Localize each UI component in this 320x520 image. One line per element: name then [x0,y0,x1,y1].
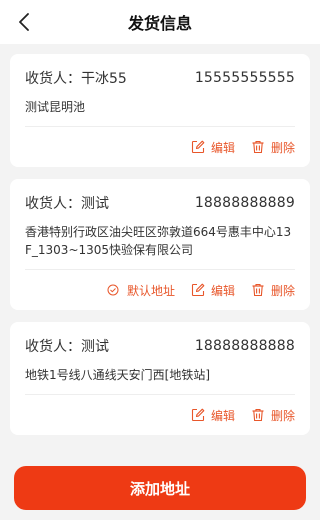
delete-button[interactable]: 删除 [251,282,295,299]
edit-icon [191,283,205,297]
delete-label: 删除 [270,408,295,423]
edit-label: 编辑 [210,140,235,155]
receiver-phone: 15555555555 [194,70,295,86]
address-text: 测试昆明池 [25,100,86,114]
edit-label: 编辑 [210,283,235,298]
delete-label: 删除 [270,140,295,155]
edit-button[interactable]: 编辑 [191,282,235,299]
delete-button[interactable]: 删除 [251,139,295,156]
delete-button[interactable]: 删除 [251,407,295,424]
set-default-label: 默认地址 [126,283,175,298]
receiver-label: 收货人： [25,196,81,212]
receiver-name: 测试 [81,196,109,212]
address-actions: 编辑 删除 [25,127,295,167]
address-card[interactable]: 收货人：干冰55 15555555555 测试昆明池 编辑 删除 [10,54,310,167]
edit-icon [191,408,205,422]
edit-button[interactable]: 编辑 [191,407,235,424]
address-actions: 默认地址 编辑 删除 [25,270,295,310]
address-actions: 编辑 删除 [25,395,295,435]
receiver-phone: 18888888888 [194,338,295,354]
receiver-line: 收货人：干冰55 [25,68,127,88]
trash-icon [252,140,264,154]
page-title: 发货信息 [127,14,192,33]
delete-label: 删除 [270,283,295,298]
receiver-name: 干冰55 [81,71,127,87]
edit-icon [191,140,205,154]
receiver-line: 收货人：测试 [25,193,109,213]
add-address-button[interactable]: 添加地址 [14,466,306,510]
receiver-name: 测试 [81,339,109,355]
address-text: 地铁1号线八通线天安门西[地铁站] [25,368,210,382]
trash-icon [252,283,264,297]
nav-bar: 发货信息 [0,0,320,44]
receiver-phone: 18888888889 [194,195,295,211]
receiver-line: 收货人：测试 [25,336,109,356]
check-circle-icon [107,284,119,296]
address-card[interactable]: 收货人：测试 18888888888 地铁1号线八通线天安门西[地铁站] 编辑 [10,322,310,435]
address-card[interactable]: 收货人：测试 18888888889 香港特别行政区油尖旺区弥敦道664号惠丰中… [10,179,310,310]
back-button[interactable] [10,8,38,36]
receiver-label: 收货人： [25,339,81,355]
address-list: 收货人：干冰55 15555555555 测试昆明池 编辑 删除 收货人：测试 … [0,44,320,435]
set-default-button[interactable]: 默认地址 [107,282,175,299]
edit-label: 编辑 [210,408,235,423]
trash-icon [252,408,264,422]
address-text: 香港特别行政区油尖旺区弥敦道664号惠丰中心13F_1303~1305快验保有限… [25,225,292,257]
edit-button[interactable]: 编辑 [191,139,235,156]
chevron-left-icon [19,13,29,31]
receiver-label: 收货人： [25,71,81,87]
